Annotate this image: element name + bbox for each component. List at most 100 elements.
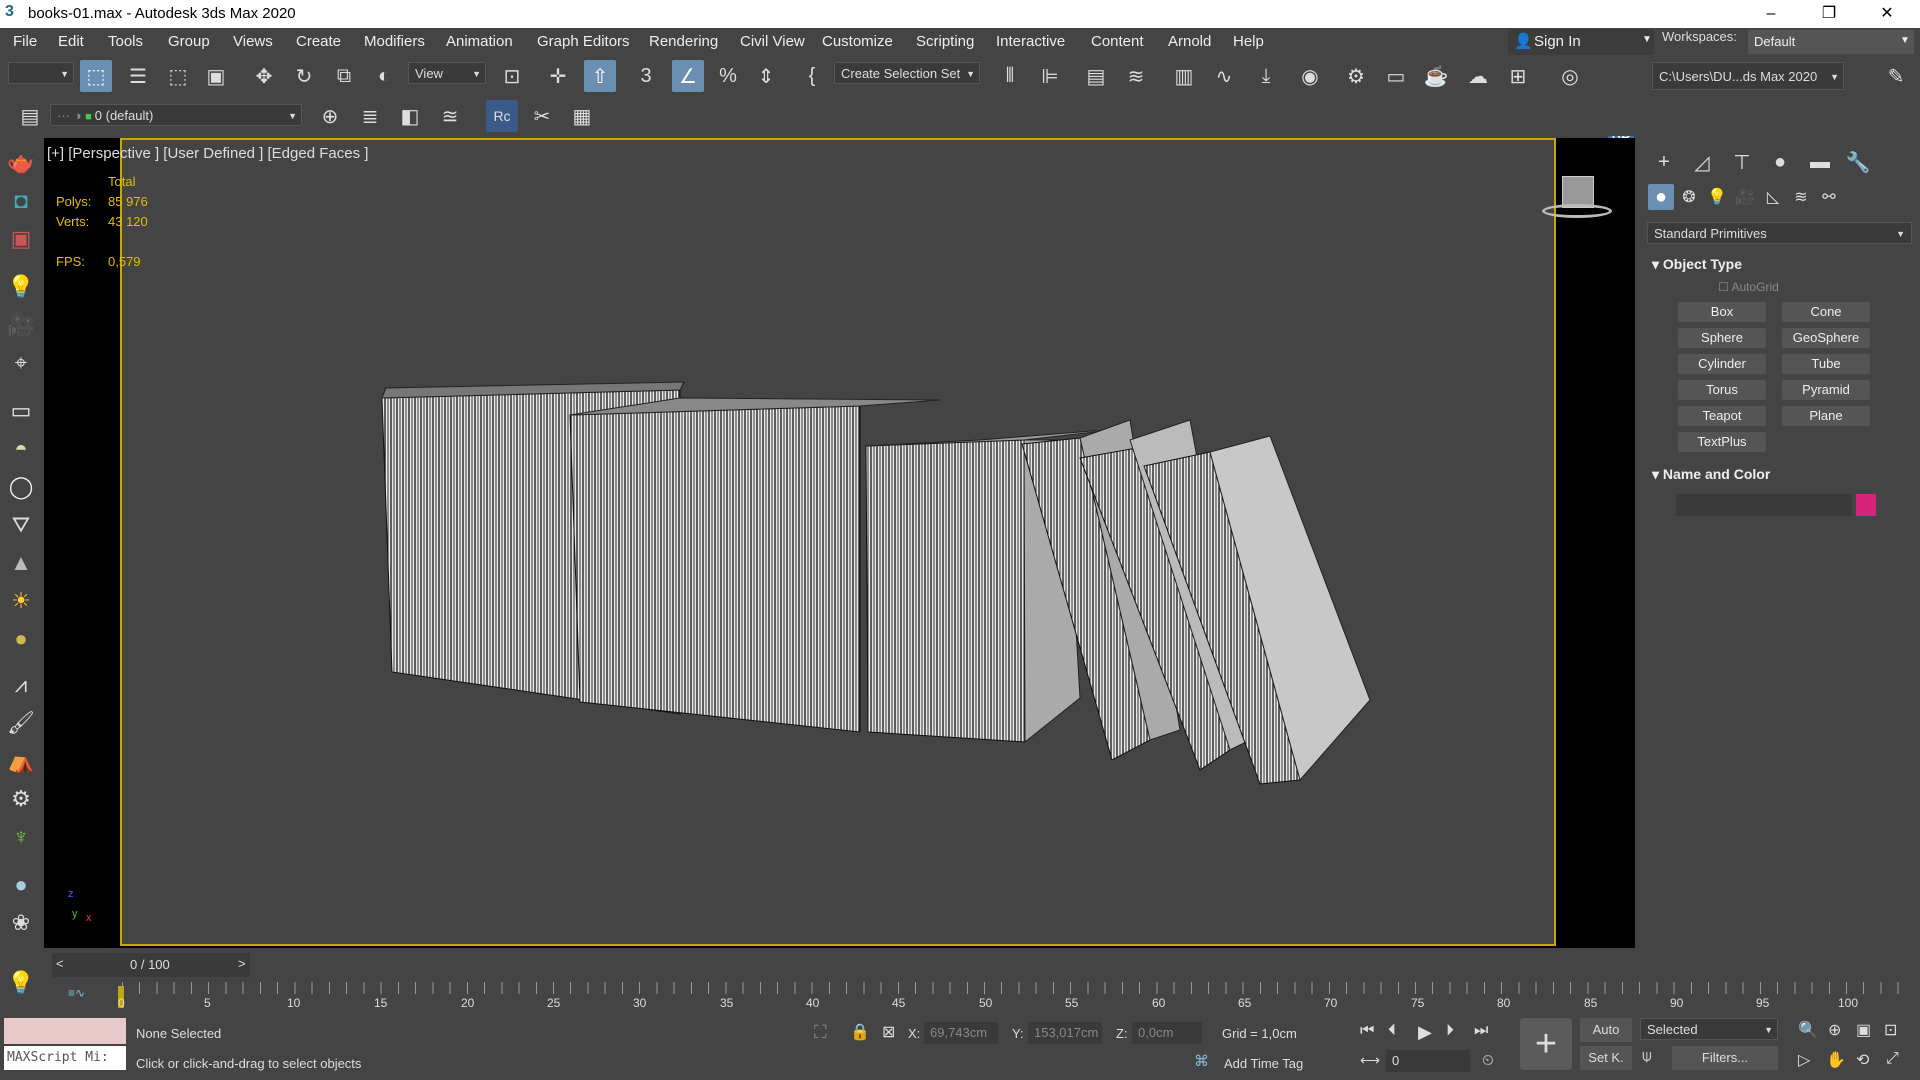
torus-button[interactable]: Torus <box>1678 380 1766 400</box>
scene-explorer-icon[interactable]: ▤ <box>1080 60 1112 92</box>
create-tab-icon[interactable]: + <box>1648 146 1680 178</box>
cone-button[interactable]: Cone <box>1782 302 1870 322</box>
y-coordinate-field[interactable]: 153,017cm <box>1028 1022 1102 1044</box>
named-selection-dropdown[interactable]: Create Selection Set ▼ <box>834 62 980 84</box>
tube-button[interactable]: Tube <box>1782 354 1870 374</box>
ball-icon[interactable]: ● <box>6 624 36 654</box>
menu-views[interactable]: Views <box>233 33 273 50</box>
select-manipulate-icon[interactable]: ✛ <box>542 60 574 92</box>
align-icon[interactable]: ⊫ <box>1034 60 1066 92</box>
view-cube[interactable] <box>1540 172 1616 224</box>
move-icon[interactable]: ✥ <box>248 60 280 92</box>
gear-icon[interactable]: ⚙ <box>6 784 36 814</box>
angle-snap-icon[interactable]: ∠ <box>672 60 704 92</box>
field-of-view-icon[interactable]: ▷ <box>1798 1050 1810 1070</box>
close-button[interactable]: ✕ <box>1858 0 1916 28</box>
civil-tools-icon[interactable]: ✂ <box>526 100 558 132</box>
extra-tool-icon[interactable]: ✎ <box>1880 60 1912 92</box>
zoom-extents-all-icon[interactable]: ⊡ <box>1884 1020 1897 1040</box>
project-folder-dropdown[interactable]: C:\Users\DU...ds Max 2020 ▼ <box>1652 62 1844 90</box>
x-coordinate-field[interactable]: 69,743cm <box>924 1022 998 1044</box>
goto-end-icon[interactable]: ⏭ <box>1474 1022 1488 1040</box>
material-editor-icon[interactable]: ◉ <box>1294 60 1326 92</box>
pivot-center-icon[interactable]: ⊡ <box>496 60 528 92</box>
plane-object-icon[interactable]: ▭ <box>6 396 36 426</box>
menu-help[interactable]: Help <box>1233 33 1264 50</box>
select-by-name-icon[interactable]: ☰ <box>122 60 154 92</box>
menu-edit[interactable]: Edit <box>58 33 84 50</box>
snaps-toggle-icon[interactable]: 3 <box>630 60 662 92</box>
sign-in-button[interactable]: 👤 Sign In ▼ <box>1508 29 1654 55</box>
systems-icon[interactable]: ⚯ <box>1816 184 1842 210</box>
lock-icon[interactable]: 🔒 <box>850 1022 870 1042</box>
time-tag-icon[interactable]: ⌘ <box>1194 1052 1209 1070</box>
set-key-big-button[interactable]: + <box>1520 1018 1572 1070</box>
hierarchy-tab-icon[interactable]: ⊤ <box>1726 146 1758 178</box>
minimize-button[interactable]: – <box>1742 0 1800 28</box>
trees-icon[interactable]: ⛺ <box>6 746 36 776</box>
time-slider[interactable]: < 0 / 100 > <box>52 953 250 977</box>
books-model[interactable] <box>120 140 1554 944</box>
sphere-light-icon[interactable]: ◯ <box>6 472 36 502</box>
workspace-select[interactable]: Default ▼ <box>1748 30 1914 54</box>
cameras-icon[interactable]: 🎥 <box>1732 184 1758 210</box>
render-in-cloud-icon[interactable]: ☁ <box>1462 60 1494 92</box>
menu-group[interactable]: Group <box>168 33 210 50</box>
recap-icon[interactable]: Rc <box>486 100 518 132</box>
toggle-ribbon-icon[interactable]: ▥ <box>1168 60 1200 92</box>
current-frame-input[interactable]: 0 <box>1386 1050 1470 1072</box>
menu-interactive[interactable]: Interactive <box>996 33 1065 50</box>
autogrid-checkbox[interactable]: ☐ AutoGrid <box>1718 280 1779 294</box>
track-bar[interactable]: ≡∿ 0 5 10 15 20 25 30 35 40 45 50 55 60 … <box>44 980 1920 1012</box>
basket-icon[interactable]: ⛛ <box>6 510 36 540</box>
helpers-icon[interactable]: ◺ <box>1760 184 1786 210</box>
box-button[interactable]: Box <box>1678 302 1766 322</box>
select-object-icon[interactable]: ⬚ <box>80 60 112 92</box>
rendered-frame-window-icon[interactable]: ▭ <box>1380 60 1412 92</box>
restore-button[interactable]: ❐ <box>1800 0 1858 28</box>
menu-graph-editors[interactable]: Graph Editors <box>537 33 630 50</box>
layer-explorer-icon[interactable]: ≋ <box>1120 60 1152 92</box>
menu-create[interactable]: Create <box>296 33 341 50</box>
material-ball-icon[interactable]: ● <box>6 870 36 900</box>
view-cube-ring[interactable] <box>1542 204 1612 218</box>
cylinder-button[interactable]: Cylinder <box>1678 354 1766 374</box>
menu-civil-view[interactable]: Civil View <box>740 33 805 50</box>
reference-coordinate-dropdown[interactable]: View ▼ <box>408 62 486 84</box>
menu-customize[interactable]: Customize <box>822 33 893 50</box>
space-warps-icon[interactable]: ≋ <box>1788 184 1814 210</box>
menu-scripting[interactable]: Scripting <box>916 33 974 50</box>
isolate-selection-icon[interactable]: ⛶ <box>814 1022 827 1043</box>
lights-icon[interactable]: 💡 <box>1704 184 1730 210</box>
pyramid-button[interactable]: Pyramid <box>1782 380 1870 400</box>
next-frame-icon[interactable]: ⏵ <box>1446 1022 1454 1040</box>
zoom-extents-icon[interactable]: ▣ <box>1856 1020 1871 1040</box>
prev-frame-icon[interactable]: ⏴ <box>1388 1022 1396 1040</box>
menu-arnold[interactable]: Arnold <box>1168 33 1211 50</box>
sky-icon[interactable]: ◘ <box>6 186 36 216</box>
schematic-view-icon[interactable]: ⤓ <box>1250 60 1282 92</box>
maxscript-listener-top[interactable] <box>4 1018 126 1044</box>
plane-button[interactable]: Plane <box>1782 406 1870 426</box>
menu-file[interactable]: File <box>13 33 37 50</box>
geosphere-button[interactable]: GeoSphere <box>1782 328 1870 348</box>
menu-tools[interactable]: Tools <box>108 33 143 50</box>
auto-key-button[interactable]: Auto <box>1580 1018 1632 1042</box>
render-to-texture-icon[interactable]: ⊞ <box>1502 60 1534 92</box>
object-type-rollout[interactable]: ▾ Object Type <box>1652 256 1742 273</box>
layer-dropdown[interactable]: ··· ◑ ■ 0 (default) ▼ <box>50 104 302 126</box>
arnold-icon[interactable]: ◎ <box>1554 60 1586 92</box>
time-prev-button[interactable]: < <box>56 956 64 971</box>
sun-icon[interactable]: ☀ <box>6 586 36 616</box>
motion-tab-icon[interactable]: ● <box>1764 146 1796 178</box>
rotate-icon[interactable]: ↻ <box>288 60 320 92</box>
curve-editor-mini-icon[interactable]: ≡∿ <box>68 986 85 1000</box>
scale-icon[interactable]: ⧉ <box>328 60 360 92</box>
textplus-button[interactable]: TextPlus <box>1678 432 1766 452</box>
object-name-input[interactable] <box>1676 494 1852 516</box>
object-category-dropdown[interactable]: Standard Primitives ▼ <box>1647 222 1912 244</box>
spinner-snap-icon[interactable]: ⇕ <box>750 60 782 92</box>
colors-icon[interactable]: ❀ <box>6 908 36 938</box>
menu-modifiers[interactable]: Modifiers <box>364 33 425 50</box>
orbit-icon[interactable]: ⟲ <box>1856 1050 1869 1070</box>
